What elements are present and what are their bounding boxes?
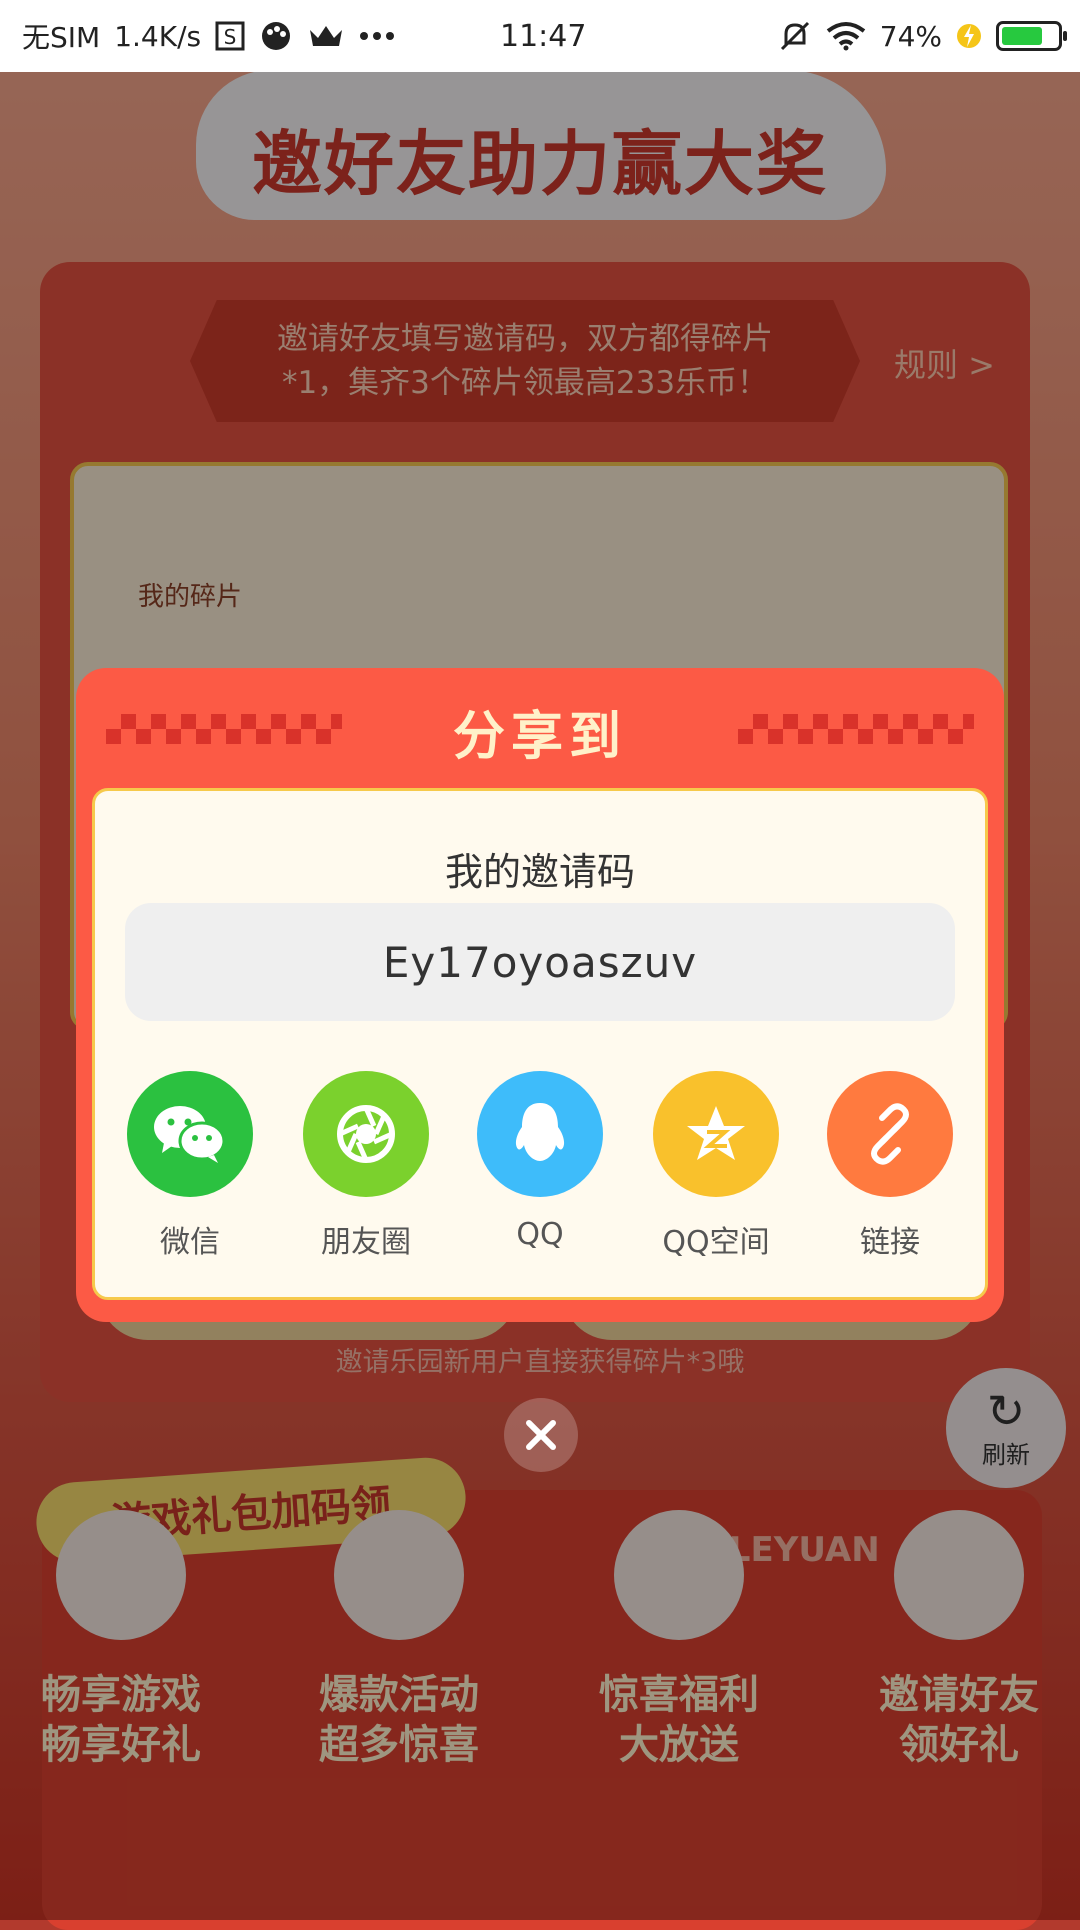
battery-icon	[996, 21, 1067, 51]
network-speed: 1.4K/s	[114, 19, 202, 53]
qq-icon	[477, 1071, 603, 1197]
svg-text:S: S	[224, 25, 237, 49]
share-label: QQ	[516, 1217, 564, 1252]
battery-level-fill	[1002, 27, 1042, 45]
share-qq[interactable]: QQ	[475, 1071, 605, 1252]
share-label: 链接	[860, 1225, 920, 1260]
moments-icon	[303, 1071, 429, 1197]
share-dialog: 分享到 我的邀请码 Ey17oyoaszuv 微信 朋友圈 QQ QQ空间 链接	[76, 668, 1004, 1322]
dialog-body: 我的邀请码 Ey17oyoaszuv 微信 朋友圈 QQ QQ空间 链接	[92, 788, 988, 1300]
share-label: 微信	[160, 1225, 220, 1260]
close-dialog-button[interactable]	[504, 1398, 578, 1472]
share-moments[interactable]: 朋友圈	[301, 1071, 431, 1261]
palette-icon	[259, 19, 293, 53]
close-icon	[526, 1420, 556, 1450]
invite-code-field[interactable]: Ey17oyoaszuv	[125, 903, 955, 1021]
carrier-text: 无SIM	[22, 21, 101, 54]
mute-bell-icon	[778, 19, 812, 53]
wifi-icon	[826, 21, 866, 51]
more-dots-icon	[359, 31, 395, 41]
share-wechat[interactable]: 微信	[125, 1071, 255, 1261]
share-qzone[interactable]: QQ空间	[651, 1071, 781, 1261]
qzone-icon	[653, 1071, 779, 1197]
share-label: QQ空间	[662, 1225, 770, 1260]
battery-percent: 74%	[879, 19, 942, 53]
crown-icon	[307, 22, 345, 50]
wechat-icon	[127, 1071, 253, 1197]
charging-bolt-icon	[956, 21, 982, 51]
share-link[interactable]: 链接	[825, 1071, 955, 1261]
invite-code-label: 我的邀请码	[444, 850, 635, 894]
link-icon	[827, 1071, 953, 1197]
dialog-title: 分享到	[452, 707, 627, 767]
app-s-icon: S	[215, 21, 245, 51]
share-label: 朋友圈	[321, 1225, 411, 1260]
status-bar: 无SIM 1.4K/s S 11:47 74%	[0, 0, 1080, 72]
clock: 11:47	[500, 18, 587, 54]
